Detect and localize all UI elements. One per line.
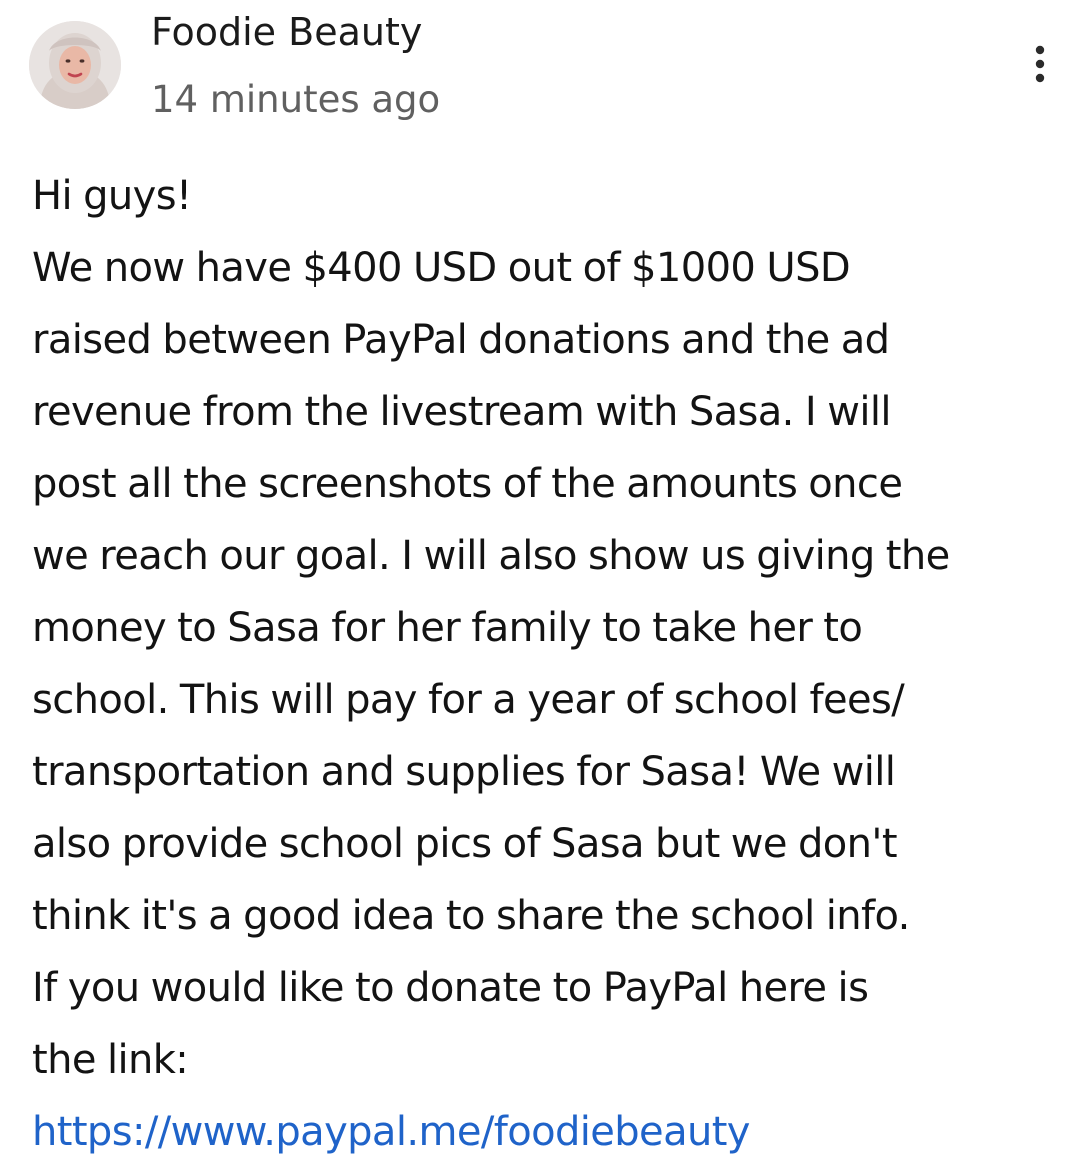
post-text-line: money to Sasa for her family to take her… [32,605,863,651]
author-name[interactable]: Foodie Beauty [151,8,422,56]
post-text-line: school. This will pay for a year of scho… [32,677,905,723]
post-text-line: think it's a good idea to share the scho… [32,893,910,939]
post-text-line: raised between PayPal donations and the … [32,317,890,363]
post-text-line: the link: [32,1037,189,1083]
paypal-link[interactable]: https://www.paypal.me/foodiebeauty [32,1096,1062,1168]
post-text-line: If you would like to donate to PayPal he… [32,965,869,1011]
post-text-line: revenue from the livestream with Sasa. I… [32,389,891,435]
avatar[interactable] [29,21,121,109]
post-text-line: Hi guys! [32,173,192,219]
more-options-button[interactable] [1022,40,1058,90]
post-text-line: also provide school pics of Sasa but we … [32,821,898,867]
post-text-line: we reach our goal. I will also show us g… [32,533,950,579]
avatar-image [29,21,121,109]
more-vertical-icon [1035,45,1045,83]
post-text-line: We now have $400 USD out of $1000 USD [32,245,851,291]
post-header: Foodie Beauty 14 minutes ago [0,0,1080,130]
post-timestamp: 14 minutes ago [151,78,441,121]
post-text-line: transportation and supplies for Sasa! We… [32,749,896,795]
post-body: Hi guys! We now have $400 USD out of $10… [32,160,1062,1168]
post-text-line: post all the screenshots of the amounts … [32,461,903,507]
